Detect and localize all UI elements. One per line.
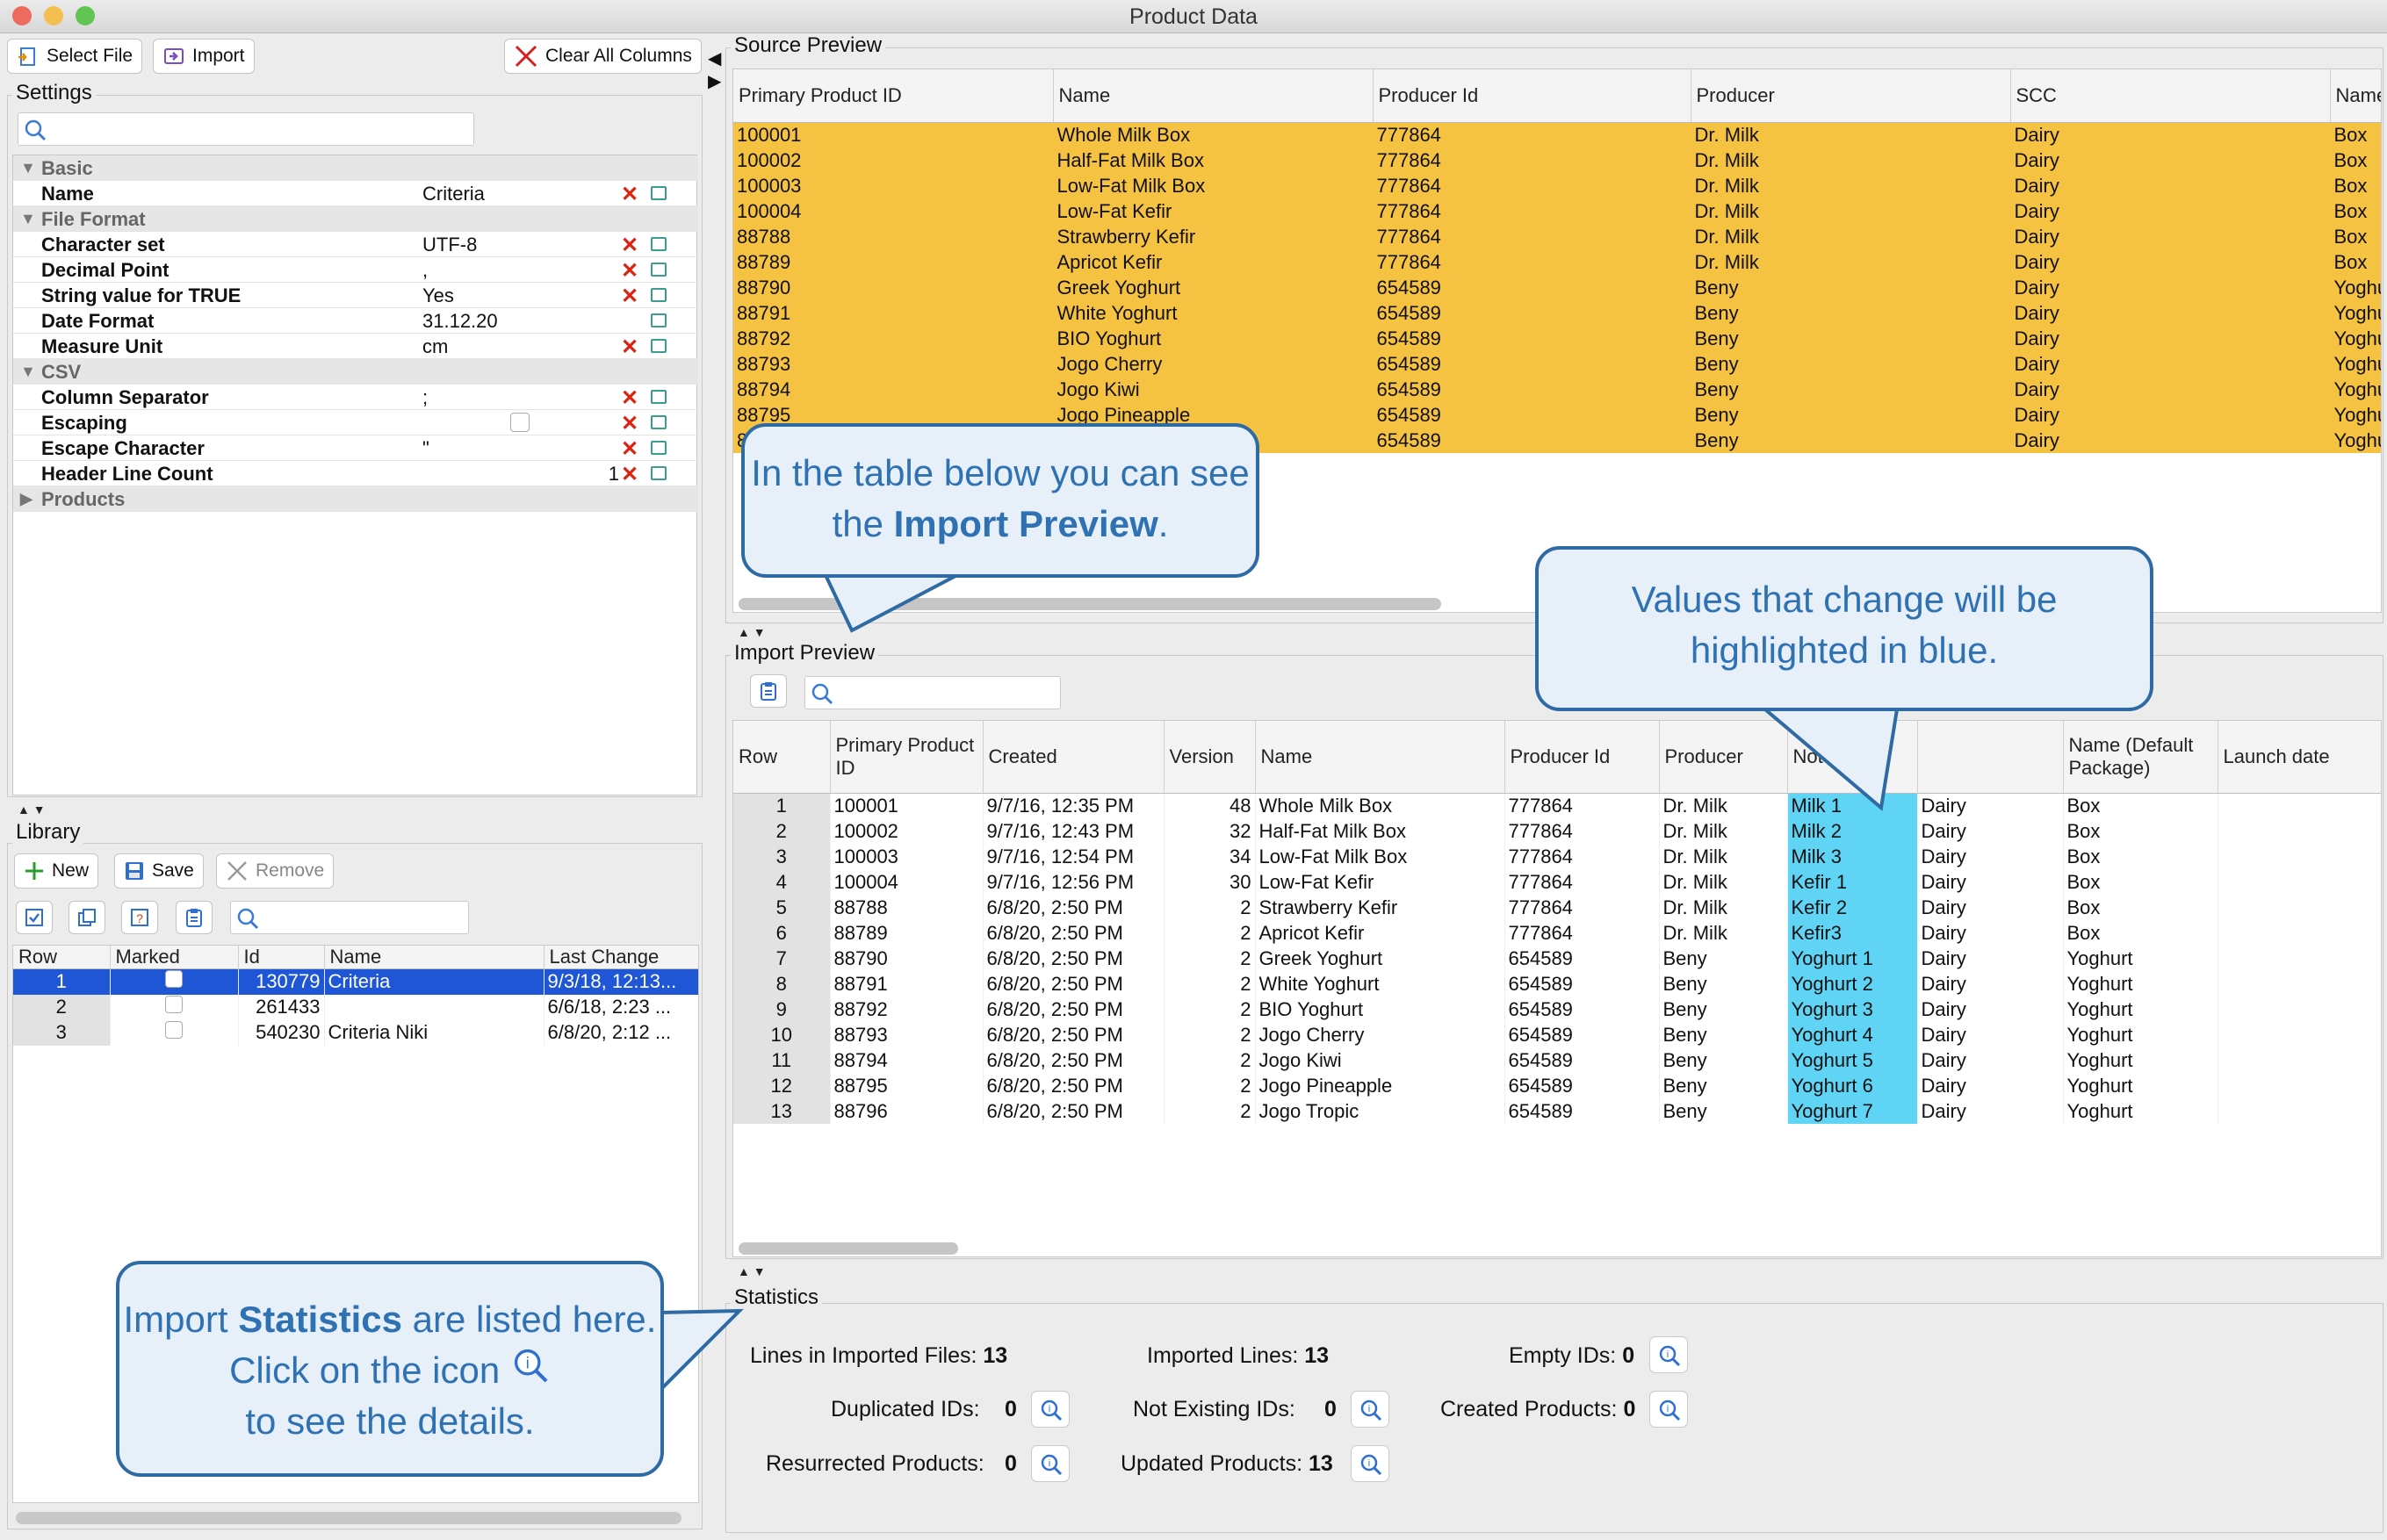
callout-bold: Statistics xyxy=(238,1299,402,1340)
magnifier-info-icon: i xyxy=(514,1349,548,1383)
blue-callout-tail xyxy=(1760,708,1900,811)
svg-text:i: i xyxy=(526,1354,530,1371)
statistics-callout: Import Statistics are listed here. Click… xyxy=(116,1261,664,1477)
callout-text: Values that change will be highlighted i… xyxy=(1631,579,2058,671)
import-preview-callout: In the table below you can see the Impor… xyxy=(741,423,1259,578)
callout-text: to see the details. xyxy=(245,1400,535,1442)
blue-highlight-callout: Values that change will be highlighted i… xyxy=(1535,546,2153,711)
callout-bold: Import Preview xyxy=(893,503,1158,544)
stats-callout-tail xyxy=(657,1308,744,1396)
callout-text: . xyxy=(1157,503,1169,544)
callout-text: Import xyxy=(123,1299,239,1340)
preview-callout-tail xyxy=(822,573,958,633)
